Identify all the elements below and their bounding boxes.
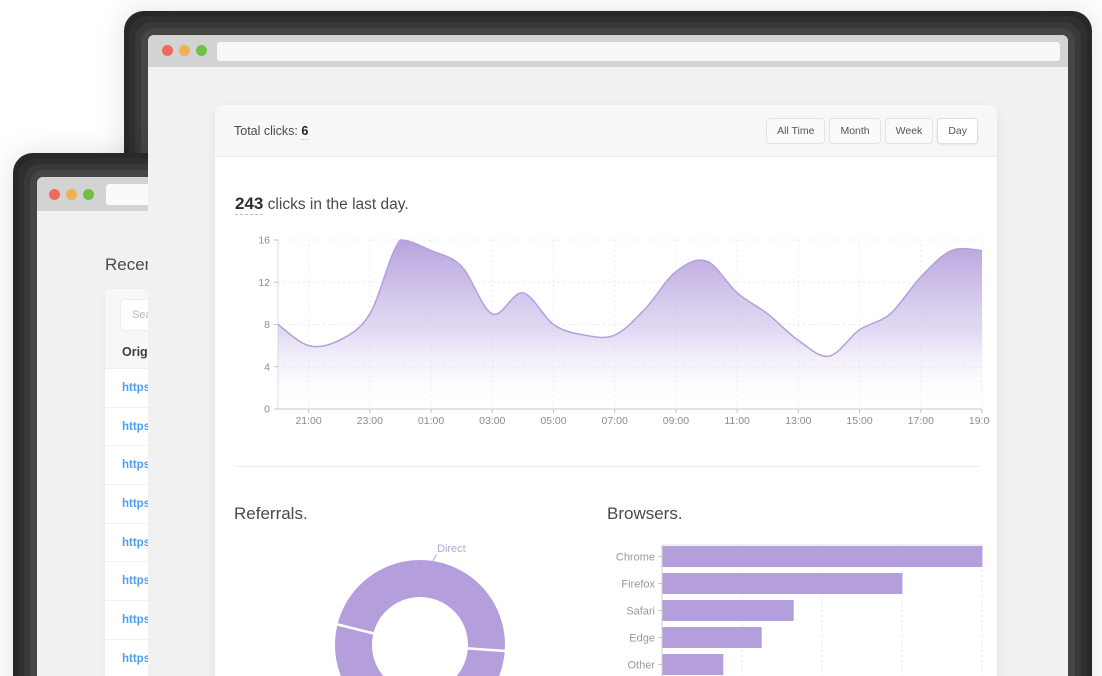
total-clicks-label: Total clicks: (234, 124, 298, 138)
svg-text:Direct: Direct (437, 543, 466, 555)
range-button-month[interactable]: Month (829, 118, 880, 144)
total-clicks: Total clicks: 6 (234, 124, 308, 138)
svg-text:07:00: 07:00 (602, 415, 628, 427)
close-button[interactable] (49, 189, 60, 200)
card-header: Total clicks: 6 All Time Month Week Day (215, 105, 997, 157)
total-clicks-value: 6 (301, 124, 308, 140)
svg-text:Edge: Edge (629, 633, 655, 645)
section-divider (235, 466, 980, 467)
maximize-button[interactable] (83, 189, 94, 200)
browsers-bar-chart: Chrome Firefox Safari Edge Other (606, 533, 998, 676)
range-button-week[interactable]: Week (885, 118, 934, 144)
clicks-headline: 243 clicks in the last day. (235, 194, 409, 214)
close-button[interactable] (162, 45, 173, 56)
referrals-title: Referrals. (234, 504, 308, 524)
svg-text:Chrome: Chrome (616, 552, 655, 564)
browsers-title: Browsers. (607, 504, 683, 524)
svg-text:8: 8 (264, 319, 270, 331)
svg-text:16: 16 (258, 235, 270, 247)
referrals-donut-chart: Direct (320, 533, 520, 676)
clicks-count: 243 (235, 194, 263, 215)
svg-text:12: 12 (258, 277, 270, 289)
front-window-titlebar (148, 35, 1068, 67)
address-bar[interactable] (217, 42, 1060, 61)
analytics-card: Total clicks: 6 All Time Month Week Day … (215, 105, 997, 676)
svg-text:01:00: 01:00 (418, 415, 444, 427)
svg-text:05:00: 05:00 (540, 415, 566, 427)
svg-text:Firefox: Firefox (621, 579, 655, 591)
range-button-group: All Time Month Week Day (766, 118, 978, 144)
range-button-all-time[interactable]: All Time (766, 118, 825, 144)
svg-text:21:00: 21:00 (295, 415, 321, 427)
clicks-caption: clicks in the last day. (263, 196, 408, 213)
svg-text:15:00: 15:00 (846, 415, 872, 427)
svg-text:09:00: 09:00 (663, 415, 689, 427)
svg-text:11:00: 11:00 (724, 415, 750, 427)
svg-text:Safari: Safari (626, 606, 655, 618)
minimize-button[interactable] (66, 189, 77, 200)
svg-text:23:00: 23:00 (357, 415, 383, 427)
svg-text:0: 0 (264, 404, 270, 416)
range-button-day[interactable]: Day (937, 118, 978, 144)
svg-text:Other: Other (627, 660, 655, 672)
svg-text:4: 4 (264, 361, 270, 373)
svg-text:13:00: 13:00 (785, 415, 811, 427)
maximize-button[interactable] (196, 45, 207, 56)
clicks-area-chart: 0 4 8 12 16 21:00 23:00 01:00 03:00 05:00 07:00 09:… (230, 230, 990, 430)
svg-text:03:00: 03:00 (479, 415, 505, 427)
svg-text:19:00: 19:00 (969, 415, 990, 427)
page: Recent Original https:// https:// https:… (0, 0, 1102, 676)
minimize-button[interactable] (179, 45, 190, 56)
front-browser-window: Total clicks: 6 All Time Month Week Day … (148, 35, 1068, 676)
svg-text:17:00: 17:00 (908, 415, 934, 427)
